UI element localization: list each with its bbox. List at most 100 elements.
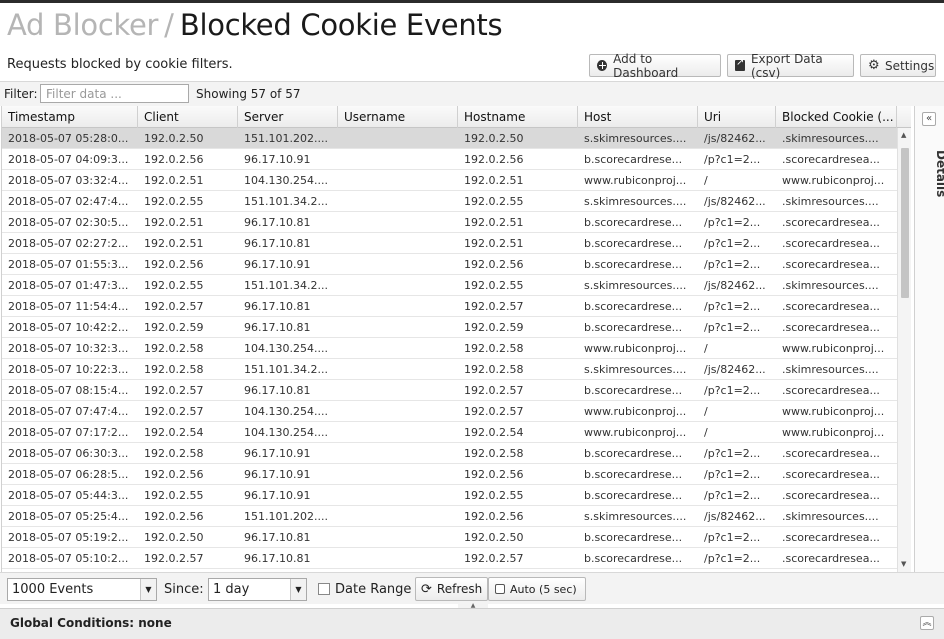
cell-username bbox=[338, 422, 458, 443]
table-row[interactable]: 2018-05-07 05:28:0... 192.0.2.50 151.101.2… bbox=[2, 128, 897, 149]
cell-server: 104.130.254.... bbox=[244, 405, 328, 418]
cell-blocked-cookie: www.rubiconproj... bbox=[782, 342, 885, 355]
cell-username bbox=[338, 359, 458, 380]
scroll-down-arrow-icon[interactable]: ▼ bbox=[901, 560, 906, 568]
column-header-blocked-cookie[interactable]: Blocked Cookie (... bbox=[776, 106, 897, 128]
table-row[interactable]: 2018-05-07 02:27:2... 192.0.2.51 96.17.10.… bbox=[2, 233, 897, 254]
cell-username bbox=[338, 149, 458, 170]
table-row[interactable]: 2018-05-07 10:22:3... 192.0.2.58 151.101.3… bbox=[2, 359, 897, 380]
table-row[interactable]: 2018-05-07 03:32:4... 192.0.2.51 104.130.2… bbox=[2, 170, 897, 191]
cell-uri: /p?c1=2... bbox=[704, 258, 761, 271]
scrollbar-thumb[interactable] bbox=[901, 148, 909, 298]
cell-blocked-cookie: .scorecardresea... bbox=[782, 237, 880, 250]
date-range-checkbox[interactable] bbox=[318, 583, 330, 595]
scroll-up-arrow-icon[interactable]: ▲ bbox=[901, 131, 906, 139]
events-table: Timestamp Client Server Username Hostnam… bbox=[1, 106, 911, 572]
plus-circle-icon bbox=[597, 60, 608, 71]
showing-count: Showing 57 of 57 bbox=[196, 87, 301, 101]
auto-refresh-toggle[interactable]: Auto (5 sec) bbox=[488, 577, 586, 601]
cell-host: b.scorecardrese... bbox=[584, 489, 683, 502]
table-row[interactable]: 2018-05-07 05:44:3... 192.0.2.55 96.17.10.… bbox=[2, 485, 897, 506]
date-range-label[interactable]: Date Range bbox=[335, 582, 411, 597]
table-row[interactable]: 2018-05-07 02:47:4... 192.0.2.55 151.101.3… bbox=[2, 191, 897, 212]
table-row[interactable]: 2018-05-07 05:25:4... 192.0.2.56 151.101.2… bbox=[2, 506, 897, 527]
cell-uri: /p?c1=2... bbox=[704, 384, 761, 397]
cell-username bbox=[338, 170, 458, 191]
cell-timestamp: 2018-05-07 02:47:4... bbox=[8, 195, 129, 208]
cell-host: b.scorecardrese... bbox=[584, 258, 683, 271]
page-title: Blocked Cookie Events bbox=[179, 8, 503, 42]
cell-blocked-cookie: .scorecardresea... bbox=[782, 447, 880, 460]
since-label: Since: bbox=[164, 582, 204, 597]
cell-timestamp: 2018-05-07 10:32:3... bbox=[8, 342, 129, 355]
top-border bbox=[0, 0, 944, 3]
table-row[interactable]: 2018-05-07 11:54:4... 192.0.2.57 96.17.10.… bbox=[2, 296, 897, 317]
controls-bar: 1000 Events ▼ Since: 1 day ▼ Date Range … bbox=[0, 572, 944, 604]
since-select[interactable]: 1 day ▼ bbox=[208, 578, 307, 601]
cell-client: 192.0.2.57 bbox=[144, 405, 204, 418]
table-row[interactable]: 2018-05-07 06:28:5... 192.0.2.56 96.17.10.… bbox=[2, 464, 897, 485]
cell-blocked-cookie: .scorecardresea... bbox=[782, 468, 880, 481]
table-row[interactable]: 2018-05-07 02:30:5... 192.0.2.51 96.17.10.… bbox=[2, 212, 897, 233]
column-header-uri[interactable]: Uri bbox=[698, 106, 776, 128]
cell-host: www.rubiconproj... bbox=[584, 342, 687, 355]
cell-host: s.skimresources.... bbox=[584, 195, 687, 208]
column-header-hostname[interactable]: Hostname bbox=[458, 106, 578, 128]
table-row[interactable]: 2018-05-07 05:10:2... 192.0.2.57 96.17.10.… bbox=[2, 548, 897, 569]
export-data-button[interactable]: Export Data (csv) bbox=[727, 52, 854, 80]
table-row[interactable]: 2018-05-07 06:30:3... 192.0.2.58 96.17.10.… bbox=[2, 443, 897, 464]
app-name: Ad Blocker bbox=[7, 8, 159, 42]
cell-client: 192.0.2.54 bbox=[144, 426, 204, 439]
cell-server: 96.17.10.81 bbox=[244, 531, 311, 544]
cell-host: s.skimresources.... bbox=[584, 363, 687, 376]
refresh-icon: ⟳ bbox=[421, 581, 432, 597]
table-row[interactable]: 2018-05-07 10:42:2... 192.0.2.59 96.17.10.… bbox=[2, 317, 897, 338]
cell-uri: / bbox=[704, 405, 708, 418]
table-row[interactable]: 2018-05-07 01:55:3... 192.0.2.56 96.17.10.… bbox=[2, 254, 897, 275]
cell-hostname: 192.0.2.59 bbox=[464, 321, 524, 334]
page-header: Ad Blocker / Blocked Cookie Events bbox=[7, 8, 503, 48]
cell-hostname: 192.0.2.57 bbox=[464, 552, 524, 565]
column-header-timestamp[interactable]: Timestamp bbox=[2, 106, 138, 128]
events-limit-select[interactable]: 1000 Events ▼ bbox=[7, 578, 157, 601]
cell-hostname: 192.0.2.56 bbox=[464, 510, 524, 523]
table-header: Timestamp Client Server Username Hostnam… bbox=[2, 106, 911, 128]
table-row[interactable]: 2018-05-07 05:19:2... 192.0.2.50 96.17.10.… bbox=[2, 527, 897, 548]
cell-hostname: 192.0.2.57 bbox=[464, 405, 524, 418]
cell-uri: /p?c1=2... bbox=[704, 531, 761, 544]
table-row[interactable]: 2018-05-07 10:32:3... 192.0.2.58 104.130.2… bbox=[2, 338, 897, 359]
table-body: 2018-05-07 05:28:0... 192.0.2.50 151.101.2… bbox=[2, 128, 897, 569]
add-to-dashboard-button[interactable]: Add to Dashboard bbox=[589, 52, 721, 80]
chevron-double-up-icon[interactable]: ︽ bbox=[920, 616, 934, 630]
gear-icon: ⚙ bbox=[868, 58, 880, 73]
table-row[interactable]: 2018-05-07 07:17:2... 192.0.2.54 104.130.2… bbox=[2, 422, 897, 443]
column-header-server[interactable]: Server bbox=[238, 106, 338, 128]
cell-server: 96.17.10.81 bbox=[244, 552, 311, 565]
details-label[interactable]: Details bbox=[934, 150, 944, 200]
refresh-button[interactable]: ⟳ Refresh bbox=[415, 577, 488, 601]
cell-blocked-cookie: .scorecardresea... bbox=[782, 489, 880, 502]
table-row[interactable]: 2018-05-07 07:47:4... 192.0.2.57 104.130.2… bbox=[2, 401, 897, 422]
column-header-client[interactable]: Client bbox=[138, 106, 238, 128]
cell-server: 151.101.202.... bbox=[244, 132, 328, 145]
column-header-host[interactable]: Host bbox=[578, 106, 698, 128]
table-row[interactable]: 2018-05-07 04:09:3... 192.0.2.56 96.17.10.… bbox=[2, 149, 897, 170]
cell-hostname: 192.0.2.58 bbox=[464, 447, 524, 460]
cell-blocked-cookie: .scorecardresea... bbox=[782, 258, 880, 271]
filter-input[interactable] bbox=[40, 84, 189, 103]
cell-client: 192.0.2.56 bbox=[144, 510, 204, 523]
vertical-scrollbar[interactable]: ▲ ▼ bbox=[897, 128, 911, 572]
cell-client: 192.0.2.50 bbox=[144, 531, 204, 544]
column-header-username[interactable]: Username bbox=[338, 106, 458, 128]
cell-uri: /p?c1=2... bbox=[704, 237, 761, 250]
cell-uri: /js/82462... bbox=[704, 279, 766, 292]
settings-button[interactable]: ⚙ Settings bbox=[860, 54, 936, 77]
cell-username bbox=[338, 506, 458, 527]
cell-server: 96.17.10.81 bbox=[244, 237, 311, 250]
cell-timestamp: 2018-05-07 10:42:2... bbox=[8, 321, 129, 334]
table-row[interactable]: 2018-05-07 08:15:4... 192.0.2.57 96.17.10.… bbox=[2, 380, 897, 401]
table-row[interactable]: 2018-05-07 01:47:3... 192.0.2.55 151.101.3… bbox=[2, 275, 897, 296]
details-expand-icon[interactable]: « bbox=[922, 112, 936, 126]
cell-host: b.scorecardrese... bbox=[584, 384, 683, 397]
cell-host: s.skimresources.... bbox=[584, 510, 687, 523]
